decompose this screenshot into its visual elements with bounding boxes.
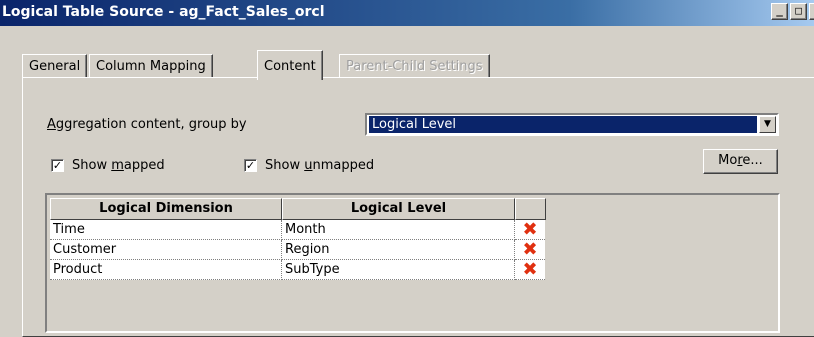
tab-panel xyxy=(22,77,814,337)
window-controls: _ □ × xyxy=(771,3,814,20)
window-title: Logical Table Source - ag_Fact_Sales_orc… xyxy=(2,4,325,20)
tab-content[interactable]: Content xyxy=(257,50,323,80)
tab-general[interactable]: General xyxy=(22,54,88,78)
tab-parent-child-settings: Parent-Child Settings xyxy=(339,54,490,78)
minimize-button[interactable]: _ xyxy=(771,3,788,20)
maximize-button[interactable]: □ xyxy=(790,3,807,20)
tab-column-mapping[interactable]: Column Mapping xyxy=(89,54,213,78)
window-title-bar[interactable]: Logical Table Source - ag_Fact_Sales_orc… xyxy=(0,0,814,26)
close-button[interactable]: × xyxy=(809,3,814,20)
